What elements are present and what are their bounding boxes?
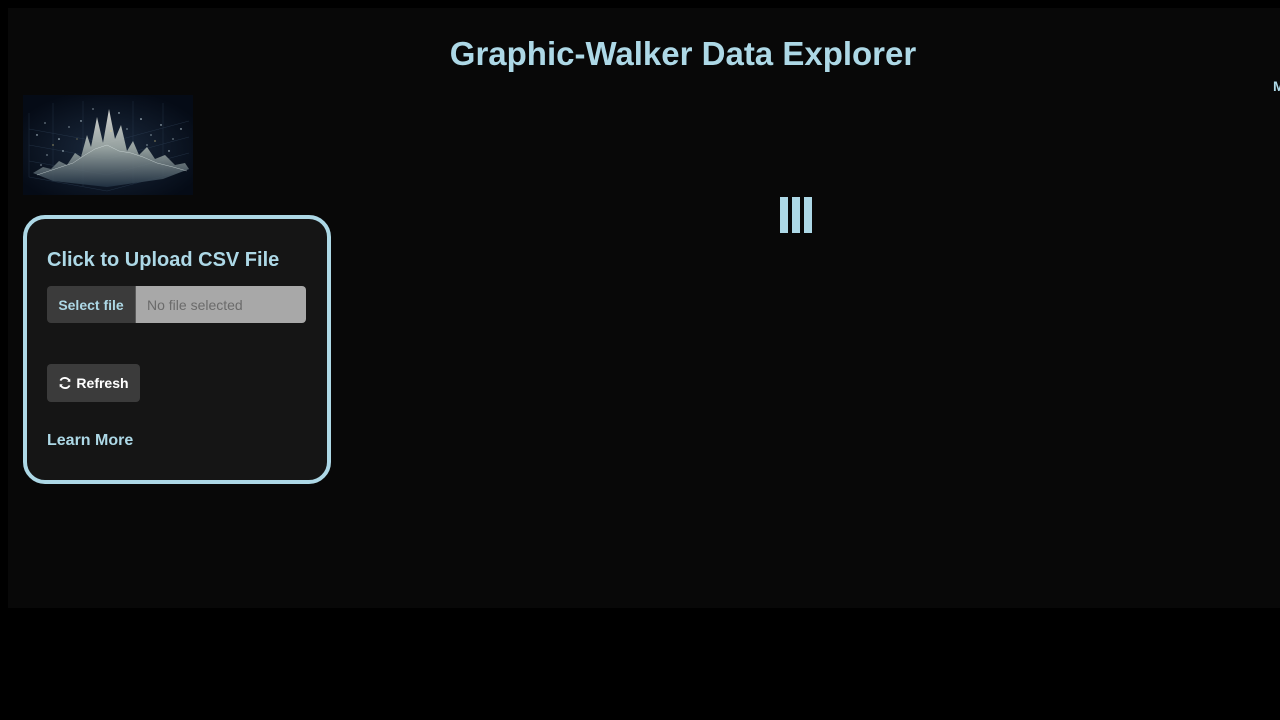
file-name-field[interactable]: No file selected: [136, 286, 306, 323]
csv-file-input[interactable]: Select file No file selected: [47, 286, 306, 323]
refresh-button[interactable]: Refresh: [47, 364, 140, 402]
logo-image: [23, 95, 193, 195]
refresh-icon: [58, 376, 72, 390]
learn-more-link[interactable]: Learn More: [47, 432, 133, 450]
upload-heading: Click to Upload CSV File: [47, 249, 280, 271]
loading-bar: [792, 197, 800, 233]
upload-panel: Click to Upload CSV File Select file No …: [23, 215, 331, 484]
page-title: Graphic-Walker Data Explorer: [449, 35, 917, 72]
loading-bars-icon: [780, 197, 812, 233]
header-edge-text: M: [1273, 78, 1280, 94]
app-frame: Graphic-Walker Data Explorer M Click to …: [8, 8, 1280, 608]
refresh-button-label: Refresh: [76, 375, 129, 391]
loading-bar: [804, 197, 812, 233]
select-file-button[interactable]: Select file: [47, 286, 136, 323]
loading-bar: [780, 197, 788, 233]
